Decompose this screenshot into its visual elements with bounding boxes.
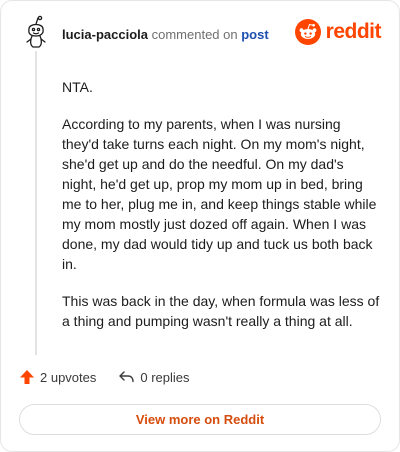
comment-paragraph: This was back in the day, when formula w… xyxy=(62,293,380,329)
comment-body: NTA. According to my parents, when I was… xyxy=(62,77,380,348)
comment-actions: 2 upvotes 0 replies xyxy=(19,369,190,385)
username-link[interactable]: lucia-pacciola xyxy=(62,27,148,42)
comment-paragraph: According to my parents, when I was nurs… xyxy=(62,116,377,272)
reply-arrow-icon xyxy=(119,371,135,383)
view-more-button[interactable]: View more on Reddit xyxy=(19,404,381,435)
reply-count: 0 replies xyxy=(140,369,190,385)
post-link[interactable]: post xyxy=(241,27,268,42)
upvote-count: 2 upvotes xyxy=(40,369,97,385)
reddit-wordmark: reddit xyxy=(325,20,382,43)
upvote-arrow-icon xyxy=(20,370,34,384)
avatar[interactable] xyxy=(19,15,53,49)
reddit-logo[interactable]: reddit xyxy=(294,19,382,45)
reply-button[interactable]: 0 replies xyxy=(118,369,190,385)
comment-card: lucia-pacciola commented on post reddit … xyxy=(0,0,400,452)
thread-line xyxy=(35,51,37,355)
upvote-button[interactable]: 2 upvotes xyxy=(19,369,96,385)
comment-header: lucia-pacciola commented on post xyxy=(62,27,269,42)
reddit-logo-icon xyxy=(294,19,321,45)
action-text: commented on xyxy=(151,27,238,42)
comment-paragraph: NTA. xyxy=(62,79,93,95)
snoo-avatar-icon xyxy=(26,15,46,48)
